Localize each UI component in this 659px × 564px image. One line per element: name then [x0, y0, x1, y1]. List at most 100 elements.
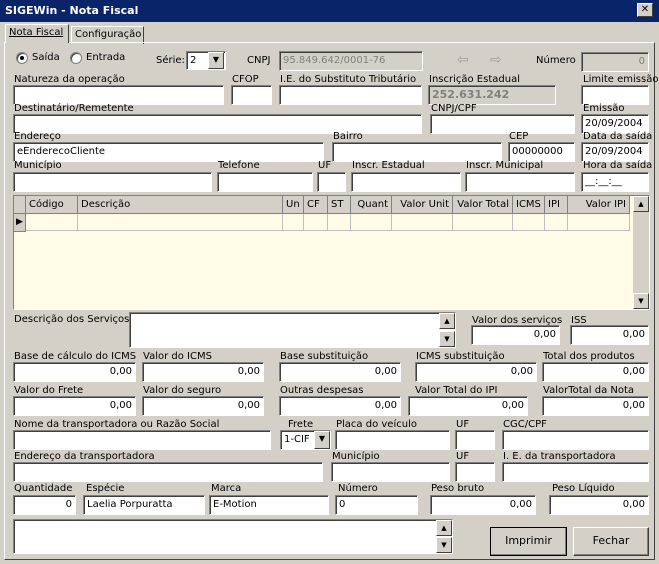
- peso-liquido-field[interactable]: 0,00: [549, 495, 649, 515]
- base-substituicao-field[interactable]: 0,00: [279, 362, 401, 382]
- cfop-field[interactable]: [231, 85, 272, 105]
- grid-cell[interactable]: [78, 214, 283, 231]
- placa-field[interactable]: [335, 430, 450, 450]
- hora-saida-label: Hora da saída: [583, 160, 653, 171]
- descricao-servicos-field[interactable]: [129, 312, 456, 348]
- cgc-cpf-field[interactable]: [502, 430, 649, 450]
- col-descricao[interactable]: Descrição: [78, 196, 283, 214]
- transp-municipio-field[interactable]: [331, 462, 450, 482]
- col-ipi[interactable]: IPI: [545, 196, 568, 214]
- grid-cell[interactable]: [283, 214, 304, 231]
- icms-substituicao-field[interactable]: 0,00: [415, 362, 537, 382]
- arrow-right-icon[interactable]: ⇨: [490, 52, 502, 68]
- transp-uf2-field[interactable]: [455, 462, 495, 482]
- col-codigo[interactable]: Código: [26, 196, 78, 214]
- serie-dropdown-button[interactable]: ▼: [208, 52, 224, 69]
- grid-cell[interactable]: [513, 214, 545, 231]
- grid-cell[interactable]: [328, 214, 351, 231]
- bairro-label: Bairro: [333, 131, 363, 142]
- col-valor-unit[interactable]: Valor Unit: [392, 196, 453, 214]
- valor-total-nota-field[interactable]: 0,00: [542, 396, 649, 416]
- especie-label: Espécie: [86, 483, 125, 494]
- peso-bruto-field[interactable]: 0,00: [430, 495, 536, 515]
- inscricao-estadual-field: 252.631.242: [428, 85, 556, 105]
- limite-emissao-field[interactable]: [581, 85, 649, 105]
- saida-label: Saída: [32, 52, 60, 63]
- col-quant[interactable]: Quant: [351, 196, 392, 214]
- tab-nota-fiscal[interactable]: Nota Fiscal: [5, 24, 69, 43]
- inscr-municipal-label: Inscr. Municipal: [466, 160, 544, 171]
- tab-configuracao-label: Configuração: [75, 29, 142, 40]
- natureza-label: Natureza da operação: [14, 74, 125, 85]
- valor-frete-field[interactable]: 0,00: [13, 396, 136, 416]
- scroll-up-icon[interactable]: ▲: [633, 196, 649, 212]
- observacoes-field[interactable]: [13, 519, 453, 554]
- municipio-field[interactable]: [13, 172, 212, 192]
- col-valor-ipi[interactable]: Valor IPI: [568, 196, 630, 214]
- transp-uf-field[interactable]: [455, 430, 495, 450]
- municipio-label: Município: [14, 160, 62, 171]
- col-cf[interactable]: CF: [304, 196, 328, 214]
- frete-dropdown-button[interactable]: ▼: [314, 431, 330, 449]
- grid-cell[interactable]: [304, 214, 328, 231]
- transportadora-endereco-field[interactable]: [13, 462, 323, 482]
- scroll-up-icon[interactable]: ▲: [436, 520, 452, 536]
- frete-value: 1-CIF: [284, 434, 310, 445]
- scroll-down-icon[interactable]: ▼: [633, 293, 649, 309]
- entrada-radio[interactable]: [70, 52, 82, 64]
- bairro-field[interactable]: [332, 142, 502, 162]
- grid-cell[interactable]: [351, 214, 392, 231]
- quantidade-field[interactable]: 0: [13, 495, 76, 515]
- valor-seguro-field[interactable]: 0,00: [142, 396, 264, 416]
- col-st[interactable]: ST: [328, 196, 351, 214]
- grid-cell[interactable]: [26, 214, 78, 231]
- cnpj-cpf-field[interactable]: [430, 114, 575, 134]
- volume-numero-field[interactable]: 0: [335, 495, 418, 515]
- col-un[interactable]: Un: [283, 196, 304, 214]
- scroll-up-icon[interactable]: ▲: [439, 313, 455, 329]
- uf-field[interactable]: [317, 172, 346, 192]
- imprimir-button[interactable]: Imprimir: [490, 527, 567, 556]
- frete-label: Frete: [288, 419, 314, 430]
- hora-saida-field[interactable]: __:__:__: [581, 172, 649, 192]
- transportadora-endereco-label: Endereço da transportadora: [14, 451, 155, 462]
- telefone-field[interactable]: [217, 172, 313, 192]
- inscr-municipal-field[interactable]: [465, 172, 575, 192]
- valor-frete-label: Valor do Frete: [14, 385, 84, 396]
- items-grid[interactable]: Código Descrição Un CF ST Quant Valor Un…: [13, 195, 650, 310]
- saida-radio[interactable]: [16, 52, 28, 64]
- iss-field[interactable]: 0,00: [570, 325, 649, 345]
- valor-icms-field[interactable]: 0,00: [142, 362, 264, 382]
- outras-despesas-field[interactable]: 0,00: [279, 396, 401, 416]
- ie-transportadora-field[interactable]: [502, 462, 649, 482]
- numero-label: Número: [536, 55, 576, 66]
- marca-field[interactable]: E-Motion: [209, 495, 329, 515]
- grid-cell[interactable]: [545, 214, 568, 231]
- total-produtos-field[interactable]: 0,00: [542, 362, 649, 382]
- scroll-down-icon[interactable]: ▼: [439, 331, 455, 347]
- valor-total-ipi-field[interactable]: 0,00: [408, 396, 528, 416]
- inscr-estadual-field[interactable]: [351, 172, 461, 192]
- grid-cell[interactable]: [453, 214, 513, 231]
- natureza-field[interactable]: [13, 85, 224, 105]
- cep-label: CEP: [509, 131, 529, 142]
- endereco-field[interactable]: eEnderecoCliente: [13, 142, 324, 162]
- col-valor-total[interactable]: Valor Total: [453, 196, 513, 214]
- grid-cell[interactable]: [392, 214, 453, 231]
- ie-substituto-field[interactable]: [279, 85, 422, 105]
- grid-cell[interactable]: [568, 214, 630, 231]
- data-saida-field[interactable]: 20/09/2004: [581, 142, 649, 162]
- base-icms-field[interactable]: 0,00: [13, 362, 136, 382]
- especie-field[interactable]: Laelia Porpuratta: [83, 495, 205, 515]
- col-icms[interactable]: ICMS: [513, 196, 545, 214]
- arrow-left-icon[interactable]: ⇦: [457, 52, 469, 68]
- cep-field[interactable]: 00000000: [508, 142, 575, 162]
- numero-field: 0: [581, 52, 649, 72]
- close-button[interactable]: ✕: [637, 3, 653, 17]
- transportadora-nome-field[interactable]: [13, 430, 271, 450]
- marca-label: Marca: [211, 483, 242, 494]
- valor-total-nota-label: ValorTotal da Nota: [543, 385, 635, 396]
- scroll-down-icon[interactable]: ▼: [436, 537, 452, 553]
- fechar-button[interactable]: Fechar: [573, 527, 649, 556]
- valor-servicos-field[interactable]: 0,00: [471, 325, 560, 345]
